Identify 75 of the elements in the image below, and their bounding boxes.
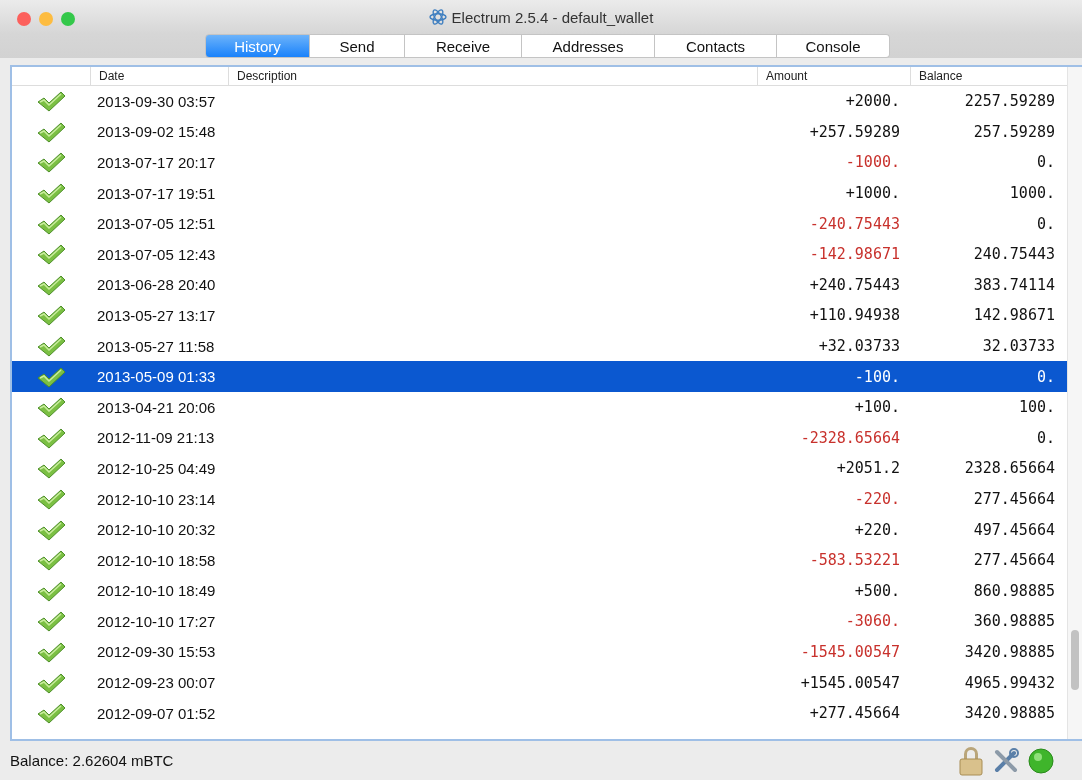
date-cell-text: 2013-04-21 20:06 bbox=[96, 398, 216, 416]
date-cell-text: 2013-05-09 01:33 bbox=[96, 368, 216, 386]
balance-cell-text: 0. bbox=[1036, 214, 1056, 233]
amount-cell-text: -1545.00547 bbox=[800, 643, 901, 661]
tab[interactable]: Addresses bbox=[522, 34, 655, 58]
amount-cell-text: +2000. bbox=[845, 92, 901, 111]
date-cell-text: 2013-07-17 19:51 bbox=[96, 184, 216, 202]
amount-cell-text: -240.75443 bbox=[809, 214, 901, 233]
date-cell-text: 2012-09-23 00:07 bbox=[96, 674, 216, 692]
balance-cell-text: 277.45664 bbox=[973, 551, 1056, 570]
amount-cell-text: +277.45664 bbox=[809, 704, 901, 723]
date-cell-text: 2013-07-05 12:43 bbox=[96, 245, 216, 263]
amount-cell-text: +500. bbox=[854, 581, 901, 600]
date-cell-text: 2013-07-17 20:17 bbox=[96, 154, 216, 171]
date-cell-text: 2013-05-27 13:17 bbox=[96, 306, 216, 324]
balance-cell-text: 0. bbox=[1036, 367, 1056, 386]
balance-text: Balance: 2.62604 mBTC bbox=[10, 752, 174, 769]
balance-cell-text: 2257.59289 bbox=[964, 92, 1056, 111]
balance-cell-text: 4965.99432 bbox=[964, 673, 1056, 692]
amount-cell-text: +1545.00547 bbox=[800, 673, 901, 692]
amount-cell-text: +1000. bbox=[845, 184, 901, 203]
column-header[interactable]: Amount bbox=[757, 67, 910, 85]
date-cell-text: 2013-09-02 15:48 bbox=[96, 123, 216, 141]
tab[interactable]: Send bbox=[310, 34, 405, 58]
balance-cell-text: 3420.98885 bbox=[964, 643, 1056, 661]
date-cell-text: 2012-10-10 18:58 bbox=[96, 551, 216, 569]
balance-cell-text: 100. bbox=[1018, 398, 1056, 417]
date-cell-text: 2013-06-28 20:40 bbox=[96, 276, 216, 294]
date-cell-text: 2012-09-30 15:53 bbox=[96, 643, 216, 661]
amount-cell-text: +220. bbox=[854, 520, 901, 539]
balance-cell-text: 0. bbox=[1036, 153, 1056, 172]
amount-cell-text: -3060. bbox=[845, 612, 901, 631]
amount-cell-text: +110.94938 bbox=[809, 306, 901, 325]
date-cell-text: 2013-05-27 11:58 bbox=[96, 337, 215, 355]
date-cell-text: 2012-10-25 04:49 bbox=[96, 459, 216, 477]
balance-cell-text: 277.45664 bbox=[973, 490, 1056, 508]
balance-cell-text: 1000. bbox=[1009, 184, 1056, 203]
amount-cell-text: -220. bbox=[854, 490, 901, 508]
window-title: Electrum 2.5.4 - default_wallet bbox=[451, 8, 654, 26]
date-cell-text: 2012-10-10 23:14 bbox=[96, 490, 216, 508]
date-cell-text: 2012-10-10 17:27 bbox=[96, 612, 216, 630]
balance-cell-text: 0. bbox=[1036, 428, 1056, 447]
balance-cell-text: 860.98885 bbox=[973, 581, 1056, 600]
table-row[interactable]: 2013-05-09 01:33 -100. 0. bbox=[12, 361, 1067, 392]
balance-cell-text: 142.98671 bbox=[973, 306, 1056, 325]
balance-cell-text: 360.98885 bbox=[973, 612, 1056, 631]
column-header[interactable]: Balance bbox=[910, 67, 1065, 85]
amount-cell-text: +100. bbox=[854, 398, 901, 417]
amount-cell-text: -583.53221 bbox=[809, 551, 901, 570]
tab[interactable]: Console bbox=[777, 34, 890, 58]
amount-cell-text: +2051.2 bbox=[836, 459, 901, 478]
column-header[interactable]: Description bbox=[228, 67, 757, 85]
tab[interactable]: Receive bbox=[405, 34, 522, 58]
amount-cell-text: -100. bbox=[854, 367, 901, 386]
balance-cell-text: 497.45664 bbox=[973, 520, 1056, 539]
date-cell-text: 2013-07-05 12:51 bbox=[96, 215, 216, 233]
tab[interactable]: Contacts bbox=[655, 34, 777, 58]
balance-cell-text: 383.74114 bbox=[973, 275, 1056, 294]
date-cell-text: 2013-09-30 03:57 bbox=[96, 92, 216, 110]
amount-cell-text: +32.03733 bbox=[818, 337, 901, 356]
amount-cell-text: -2328.65664 bbox=[800, 428, 901, 447]
amount-cell-text: -1000. bbox=[845, 153, 901, 172]
balance-cell-text: 2328.65664 bbox=[964, 459, 1056, 478]
amount-cell-text: +257.59289 bbox=[809, 122, 901, 141]
date-cell-text: 2012-10-10 18:49 bbox=[96, 582, 216, 600]
date-cell-text: 2012-11-09 21:13 bbox=[96, 429, 215, 447]
date-cell-text: 2012-10-10 20:32 bbox=[96, 521, 216, 539]
balance-cell-text: 257.59289 bbox=[973, 122, 1056, 141]
balance-cell-text: 3420.98885 bbox=[964, 704, 1056, 723]
amount-cell-text: -142.98671 bbox=[809, 245, 901, 264]
balance-cell-text: 32.03733 bbox=[982, 337, 1056, 356]
column-header[interactable]: Date bbox=[90, 67, 228, 85]
date-cell-text: 2012-09-07 01:52 bbox=[96, 704, 216, 722]
amount-cell-text: +240.75443 bbox=[809, 275, 901, 294]
balance-cell-text: 240.75443 bbox=[973, 245, 1056, 264]
